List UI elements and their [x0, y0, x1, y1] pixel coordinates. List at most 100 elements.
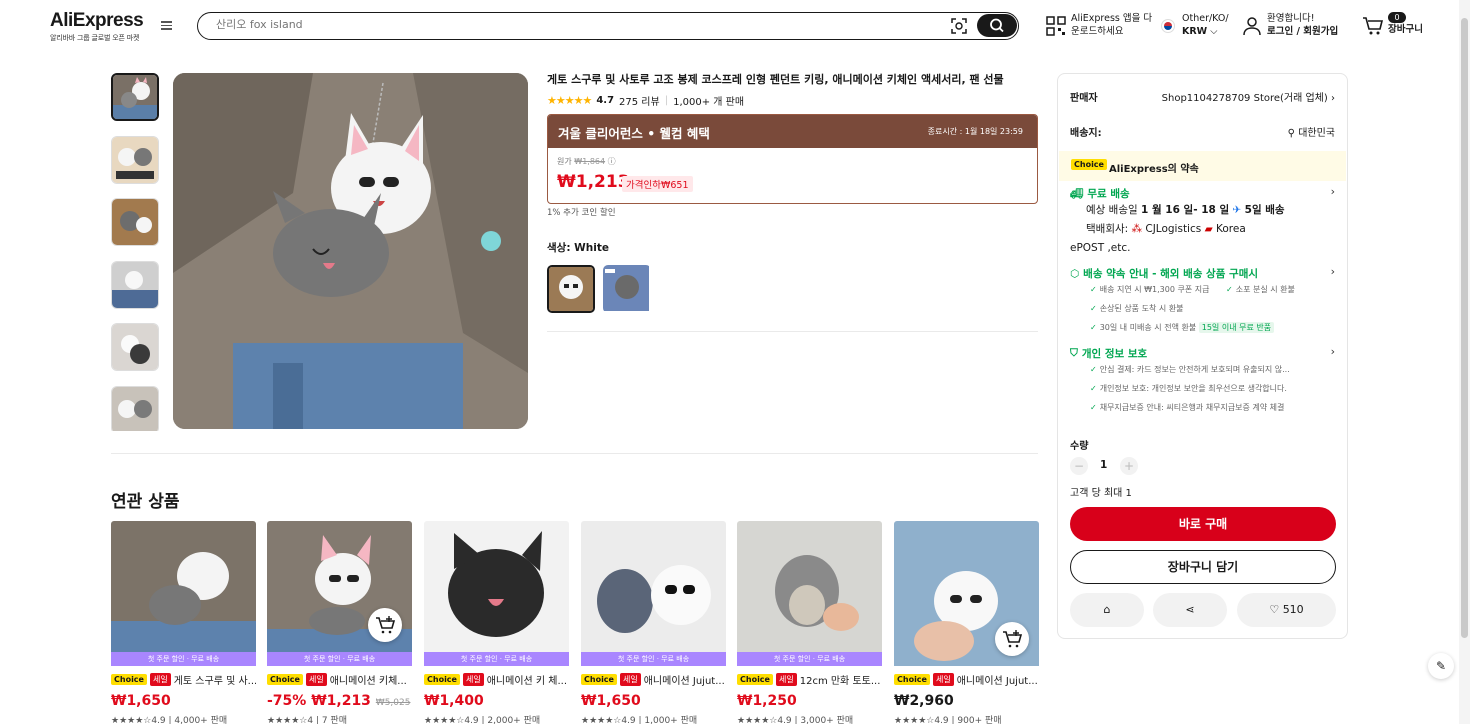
promo-box: 겨울 클리어런스 • 웰컴 혜택 종료시간 : 1월 18일 23:59 원가 …	[547, 114, 1038, 204]
related-product-card[interactable]: 첫 주문 할인 · 무료 배송 Choice 세일 애니메이션 키 체... ₩1,…	[424, 521, 569, 724]
search-input[interactable]	[216, 18, 916, 31]
scrollbar-thumb[interactable]	[1461, 18, 1468, 638]
edit-icon[interactable]: ✎	[1428, 653, 1454, 679]
product-image[interactable]	[424, 521, 569, 652]
coin-discount: 1% 추가 코인 할인	[547, 208, 616, 218]
delivery-estimate: 예상 배송일 1 월 16 일- 18 일 ✈ 5일 배송	[1086, 204, 1285, 216]
search-bar	[197, 12, 1019, 40]
divider	[111, 453, 1038, 454]
related-product-card[interactable]: 첫 주문 할인 · 무료 배송 Choice 세일 애니메이션 Jujut... ₩…	[581, 521, 726, 724]
carrier-info: 택배회사: ⁂ CJLogistics ▰ Korea	[1086, 223, 1246, 235]
product-price: ₩1,650	[111, 693, 171, 709]
related-products-title: 연관 상품	[111, 492, 180, 512]
original-price: 원가 ₩1,864 ⓘ	[557, 157, 616, 166]
color-swatch-white[interactable]	[547, 265, 595, 313]
purchase-limit: 고객 당 최대 1	[1070, 488, 1132, 499]
info-icon[interactable]: ⓘ	[608, 157, 616, 166]
product-image[interactable]	[581, 521, 726, 652]
chevron-right-icon[interactable]: ›	[1331, 185, 1335, 198]
add-to-cart-icon[interactable]	[368, 608, 402, 642]
purchase-panel: 판매자 Shop1104278709 Store(거래 업체) › 배송지: ⚲…	[1057, 73, 1348, 639]
check-icon: ✓	[1090, 285, 1097, 294]
add-to-cart-icon[interactable]	[995, 622, 1029, 656]
chevron-right-icon[interactable]: ›	[1331, 345, 1335, 358]
cart-button[interactable]: 0 장바구니	[1362, 12, 1423, 36]
product-name[interactable]: 애니메이션 키 체...	[487, 672, 567, 687]
delivery-promise-header[interactable]: ⬡ 배송 약속 안내 - 해외 배송 상품 구매시	[1070, 266, 1258, 281]
buy-now-button[interactable]: 바로 구매	[1070, 507, 1336, 541]
product-image[interactable]	[267, 521, 412, 652]
reviews-link[interactable]: 275 리뷰	[619, 93, 660, 108]
related-product-card[interactable]: Choice 세일 애니메이션 Jujut... ₩2,960 ★★★★☆4.9 |…	[894, 521, 1039, 724]
quantity-value: 1	[1100, 459, 1108, 471]
image-search-icon[interactable]	[950, 17, 968, 35]
box-icon: ⬡	[1070, 267, 1080, 280]
related-product-card[interactable]: 첫 주문 할인 · 무료 배송 Choice 세일 게토 스구루 및 사... ₩1…	[111, 521, 256, 724]
thumbnail[interactable]	[111, 260, 159, 309]
product-image[interactable]	[111, 521, 256, 652]
divider	[547, 331, 1038, 332]
search-icon	[990, 18, 1004, 33]
chevron-right-icon[interactable]: ›	[1331, 265, 1335, 278]
seller-row[interactable]: 판매자 Shop1104278709 Store(거래 업체) ›	[1070, 89, 1335, 104]
store-button[interactable]: ⌂	[1070, 593, 1144, 627]
check-icon: ✓	[1226, 285, 1233, 294]
share-button[interactable]: ⋖	[1153, 593, 1227, 627]
main-product-image[interactable]	[173, 73, 528, 429]
app-download[interactable]: AliExpress 앱을 다 운로드하세요	[1046, 12, 1152, 38]
check-icon: ✓	[1090, 323, 1097, 332]
product-name[interactable]: 게토 스구루 및 사...	[174, 672, 256, 687]
quantity-increase-button[interactable]: +	[1120, 457, 1138, 475]
thumbnail[interactable]	[111, 323, 159, 371]
page-scrollbar[interactable]	[1459, 0, 1470, 724]
add-to-cart-button[interactable]: 장바구니 담기	[1070, 550, 1336, 584]
privacy-header[interactable]: ⛉ 개인 정보 보호	[1070, 346, 1147, 361]
account-menu[interactable]: 환영합니다! 로그인 / 회원가입	[1243, 12, 1338, 38]
product-image[interactable]	[737, 521, 882, 652]
check-icon: ✓	[1090, 384, 1097, 393]
cart-count-badge: 0	[1388, 12, 1406, 23]
thumbnail[interactable]	[111, 135, 159, 184]
menu-icon[interactable]	[161, 19, 175, 33]
rating-summary: ★★★★★ 4.7 275 리뷰 | 1,000+ 개 판매	[547, 93, 745, 108]
product-name[interactable]: 애니메이션 Jujut...	[644, 672, 725, 687]
seller-link[interactable]: Shop1104278709 Store(거래 업체) ›	[1162, 89, 1335, 104]
user-icon	[1243, 17, 1261, 36]
free-shipping-header[interactable]: 🚚︎ 무료 배송	[1070, 186, 1130, 201]
product-name[interactable]: 애니메이션 키체...	[330, 672, 407, 687]
sale-price: ₩1,213	[557, 172, 630, 192]
discount-badge: 가격인하₩651	[622, 176, 693, 192]
product-name[interactable]: 12cm 만화 토토...	[800, 672, 881, 687]
cart-icon	[1363, 17, 1384, 35]
product-title: 게토 스구루 및 사토루 고조 봉제 코스프레 인형 펜던트 키링, 애니메이션…	[547, 73, 1004, 86]
product-name[interactable]: 애니메이션 Jujut...	[957, 672, 1038, 687]
wishlist-button[interactable]: ♡ 510	[1237, 593, 1336, 627]
product-price: ₩1,400	[424, 693, 484, 709]
choice-promise-bar: Choice AliExpress의 약속	[1059, 151, 1346, 181]
chevron-right-icon: ›	[1331, 93, 1335, 104]
quantity-decrease-button[interactable]: −	[1070, 457, 1088, 475]
product-image[interactable]	[894, 521, 1039, 666]
search-button[interactable]	[977, 14, 1017, 37]
thumbnail[interactable]	[111, 73, 159, 121]
product-price: ₩1,650	[581, 693, 641, 709]
ship-to-row[interactable]: 배송지: ⚲ 대한민국	[1070, 124, 1335, 139]
related-product-card[interactable]: 첫 주문 할인 · 무료 배송 Choice 세일 애니메이션 키체... -75%…	[267, 521, 412, 724]
thumbnail[interactable]	[111, 385, 159, 431]
location-pin-icon: ⚲	[1287, 128, 1295, 139]
related-product-card[interactable]: 첫 주문 할인 · 무료 배송 Choice 세일 12cm 만화 토토... ₩1…	[737, 521, 882, 724]
store-icon: ⌂	[1103, 603, 1111, 616]
rating-stars: ★★★★★	[547, 94, 592, 107]
check-icon: ✓	[1090, 365, 1097, 374]
region-selector[interactable]: Other/KO/ KRW ⌵	[1161, 12, 1229, 38]
thumbnail[interactable]	[111, 198, 159, 246]
check-icon: ✓	[1090, 304, 1097, 313]
truck-icon: 🚚︎	[1070, 188, 1084, 200]
aliexpress-logo[interactable]: AliExpress 알리바바 그룹 글로벌 오픈 마켓	[50, 10, 144, 43]
shield-icon: ⛉	[1070, 347, 1078, 359]
korea-flag-icon	[1161, 19, 1175, 33]
top-header: AliExpress 알리바바 그룹 글로벌 오픈 마켓 AliExpress …	[0, 0, 1470, 52]
color-label: 색상: White	[547, 242, 609, 254]
chevron-down-icon: ⌵	[1210, 26, 1218, 37]
color-swatch-gray[interactable]	[603, 265, 651, 313]
